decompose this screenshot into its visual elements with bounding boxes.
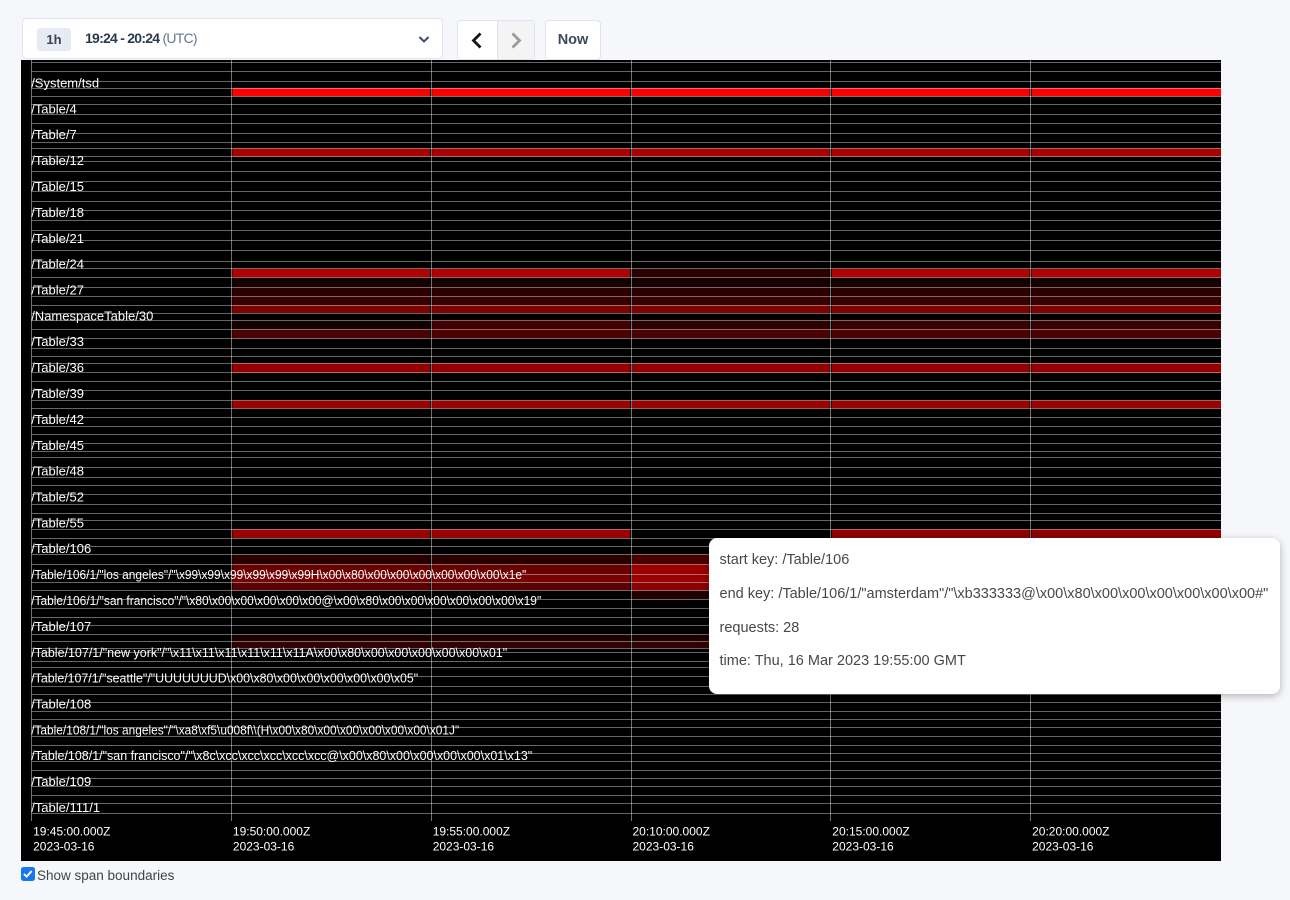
svg-text:/Table/21: /Table/21 (31, 231, 84, 246)
svg-text:2023-03-16: 2023-03-16 (233, 840, 295, 854)
svg-text:/Table/107/1/"new york"/"\x11\: /Table/107/1/"new york"/"\x11\x11\x11\x1… (31, 645, 507, 660)
svg-text:20:20:00.000Z: 20:20:00.000Z (1032, 824, 1109, 838)
svg-text:/Table/108/1/"san francisco"/": /Table/108/1/"san francisco"/"\x8c\xcc\x… (31, 748, 532, 763)
svg-text:/Table/108: /Table/108 (31, 697, 91, 712)
svg-text:/Table/111/1: /Table/111/1 (31, 800, 100, 815)
svg-text:/Table/52: /Table/52 (31, 490, 84, 505)
svg-text:/Table/27: /Table/27 (31, 283, 84, 298)
svg-text:/Table/12: /Table/12 (31, 153, 84, 168)
svg-text:/Table/7: /Table/7 (31, 127, 77, 142)
svg-text:/Table/4: /Table/4 (31, 101, 77, 116)
svg-text:19:50:00.000Z: 19:50:00.000Z (233, 824, 310, 838)
svg-text:/Table/36: /Table/36 (31, 360, 84, 375)
svg-text:/Table/107/1/"seattle"/"UUUUUU: /Table/107/1/"seattle"/"UUUUUUUD\x00\x80… (31, 671, 418, 686)
svg-text:2023-03-16: 2023-03-16 (633, 840, 695, 854)
svg-text:/Table/106/1/"los angeles"/"\x: /Table/106/1/"los angeles"/"\x99\x99\x99… (31, 567, 526, 582)
svg-text:19:55:00.000Z: 19:55:00.000Z (433, 824, 510, 838)
svg-text:/Table/108/1/"los angeles"/"\x: /Table/108/1/"los angeles"/"\xa8\xf5\u00… (31, 722, 459, 737)
svg-text:/Table/106: /Table/106 (31, 541, 91, 556)
svg-text:/Table/106/1/"san francisco"/": /Table/106/1/"san francisco"/"\x80\x00\x… (31, 593, 541, 608)
svg-text:2023-03-16: 2023-03-16 (433, 840, 495, 854)
svg-text:/Table/48: /Table/48 (31, 464, 84, 479)
svg-text:/Table/55: /Table/55 (31, 515, 84, 530)
svg-text:/NamespaceTable/30: /NamespaceTable/30 (31, 308, 153, 323)
svg-text:/Table/15: /Table/15 (31, 179, 84, 194)
svg-text:/Table/24: /Table/24 (31, 257, 84, 272)
svg-text:20:15:00.000Z: 20:15:00.000Z (832, 824, 909, 838)
svg-text:/System/tsd: /System/tsd (31, 76, 99, 91)
svg-text:19:45:00.000Z: 19:45:00.000Z (33, 824, 110, 838)
svg-text:/Table/45: /Table/45 (31, 438, 84, 453)
svg-text:/Table/33: /Table/33 (31, 334, 84, 349)
svg-text:/Table/109: /Table/109 (31, 774, 91, 789)
svg-text:2023-03-16: 2023-03-16 (33, 840, 95, 854)
svg-text:/Table/39: /Table/39 (31, 386, 84, 401)
svg-text:/Table/18: /Table/18 (31, 205, 84, 220)
svg-text:/Table/42: /Table/42 (31, 412, 84, 427)
svg-text:2023-03-16: 2023-03-16 (832, 840, 894, 854)
svg-text:/Table/107: /Table/107 (31, 619, 91, 634)
svg-text:20:10:00.000Z: 20:10:00.000Z (633, 824, 710, 838)
svg-text:2023-03-16: 2023-03-16 (1032, 840, 1094, 854)
